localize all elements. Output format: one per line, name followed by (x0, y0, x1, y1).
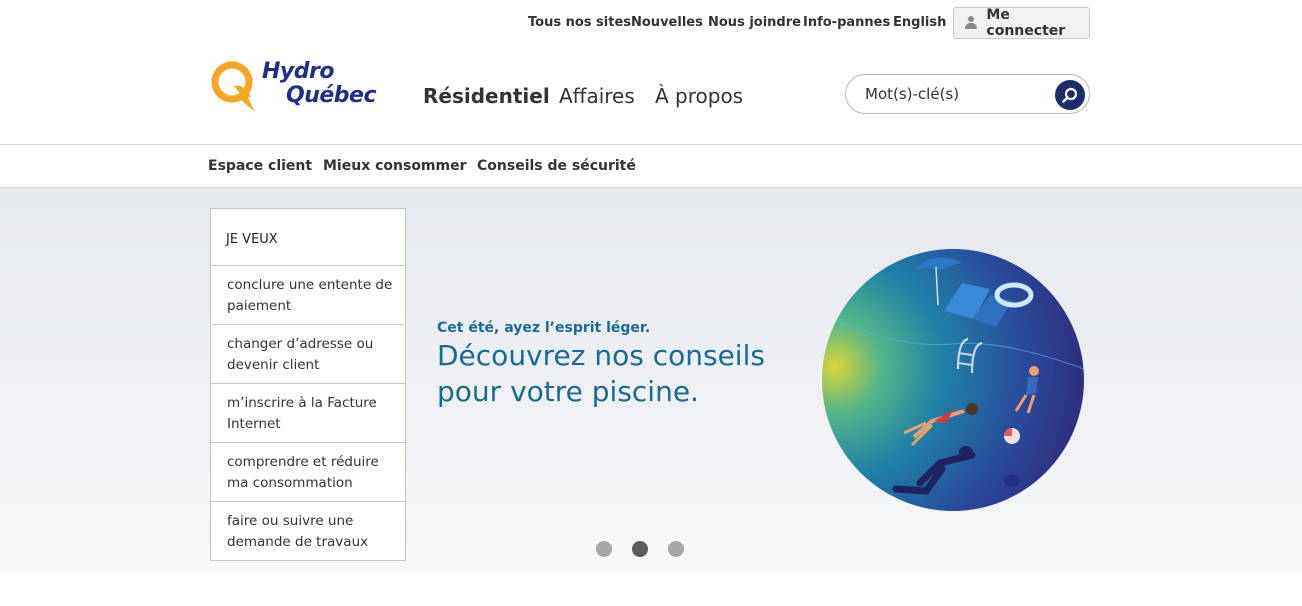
quick-menu-item-work-request[interactable]: faire ou suivre une demande de travaux (211, 502, 405, 560)
utility-bar: Tous nos sites Nouvelles Nous joindre In… (0, 7, 1302, 39)
utility-link-news[interactable]: Nouvelles (631, 15, 703, 30)
hero-title[interactable]: Découvrez nos conseils pour votre piscin… (437, 338, 817, 410)
sub-nav-safety-tips[interactable]: Conseils de sécurité (477, 158, 636, 174)
search-button[interactable] (1055, 80, 1085, 110)
quick-menu-item-change-address[interactable]: changer d’adresse ou devenir client (211, 325, 405, 384)
search-box (845, 74, 1090, 114)
main-nav-business[interactable]: Affaires (559, 84, 635, 108)
logo-line-2: Québec (286, 83, 377, 108)
carousel-dot-2[interactable] (632, 541, 648, 557)
sub-nav-customer-space[interactable]: Espace client (208, 158, 312, 174)
pool-illustration-art (822, 249, 1084, 511)
user-icon (964, 16, 978, 30)
utility-link-contact[interactable]: Nous joindre (708, 15, 801, 30)
quick-menu-item-consumption[interactable]: comprendre et réduire ma consommation (211, 443, 405, 502)
login-button[interactable]: Me connecter (953, 7, 1090, 39)
carousel-dot-1[interactable] (596, 541, 612, 557)
sub-nav-save-energy[interactable]: Mieux consommer (323, 158, 467, 174)
hero-kicker: Cet été, ayez l’esprit léger. (437, 320, 651, 336)
quick-menu-heading: JE VEUX (211, 209, 405, 266)
quick-menu-item-e-bill[interactable]: m’inscrire à la Facture Internet (211, 384, 405, 443)
login-button-label: Me connecter (986, 7, 1066, 39)
main-nav-residential[interactable]: Résidentiel (423, 84, 550, 108)
utility-link-outages[interactable]: Info-pannes (803, 15, 890, 30)
main-nav-about[interactable]: À propos (655, 84, 743, 108)
carousel-dots (596, 541, 696, 557)
carousel-dot-3[interactable] (668, 541, 684, 557)
logo-wordmark: Hydro Québec (262, 59, 377, 108)
utility-link-english[interactable]: English (893, 15, 946, 30)
header-divider (0, 144, 1302, 145)
search-icon (1062, 87, 1078, 103)
pool-illustration[interactable] (822, 249, 1084, 511)
search-input[interactable] (865, 85, 1045, 103)
logo-q-icon (211, 61, 255, 112)
utility-link-all-sites[interactable]: Tous nos sites (528, 15, 631, 30)
hydro-quebec-logo[interactable]: Hydro Québec (210, 56, 380, 114)
quick-menu: JE VEUX conclure une entente de paiement… (210, 208, 406, 561)
quick-menu-item-payment-plan[interactable]: conclure une entente de paiement (211, 266, 405, 325)
logo-line-1: Hydro (262, 59, 334, 84)
